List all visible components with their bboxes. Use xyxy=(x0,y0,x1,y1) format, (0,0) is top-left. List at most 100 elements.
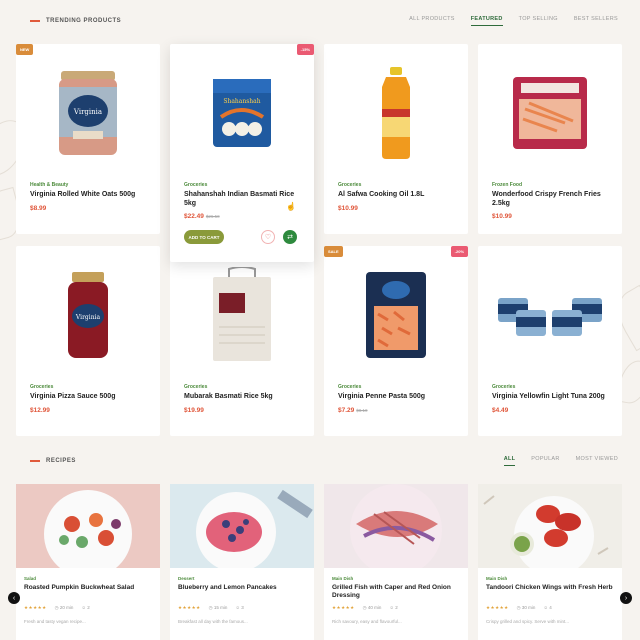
product-name[interactable]: Mubarak Basmati Rice 5kg xyxy=(184,393,304,402)
recipe-meta: ★★★★★ ◷ 15 min ☺ 3 xyxy=(178,605,306,611)
product-image-basmati-rice[interactable]: Shahanshah xyxy=(170,58,314,168)
tab-most-viewed[interactable]: MOST VIEWED xyxy=(576,456,618,466)
servings: ☺ 4 xyxy=(543,605,552,610)
carousel-next-button[interactable]: › xyxy=(620,592,632,604)
recipe-meta: ★★★★★ ◷ 30 min ☺ 4 xyxy=(486,605,614,611)
recipe-category: Salad xyxy=(24,576,37,581)
new-badge: NEW xyxy=(16,44,34,55)
recipe-card[interactable]: Salad Roasted Pumpkin Buckwheat Salad ★★… xyxy=(16,484,160,640)
tab-all-products[interactable]: ALL PRODUCTS xyxy=(409,16,455,26)
product-name[interactable]: Virginia Rolled White Oats 500g xyxy=(30,191,150,200)
product-name[interactable]: Virginia Yellowfin Light Tuna 200g xyxy=(492,393,612,402)
products-section-title: TRENDING PRODUCTS xyxy=(30,18,121,24)
tab-featured[interactable]: FEATURED xyxy=(470,16,503,26)
product-price: $10.99 xyxy=(492,213,512,220)
tab-top-selling[interactable]: TOP SELLING xyxy=(519,16,558,26)
discount-badge: -15% xyxy=(296,44,314,55)
recipe-image-grilled-fish[interactable] xyxy=(324,484,468,568)
clock-icon: ◷ 20 min xyxy=(54,605,74,610)
product-image-french-fries[interactable] xyxy=(478,58,622,168)
recipe-title[interactable]: Tandoori Chicken Wings with Fresh Herb xyxy=(486,584,614,600)
product-category: Groceries xyxy=(184,182,208,188)
title-dash xyxy=(30,460,40,462)
product-price: $7.29 $8.10 xyxy=(338,406,368,414)
product-price: $8.99 xyxy=(30,204,47,212)
star-rating: ★★★★★ xyxy=(178,605,201,610)
product-image-cooking-oil[interactable] xyxy=(324,58,468,168)
tab-popular[interactable]: POPULAR xyxy=(531,456,559,466)
recipe-meta: ★★★★★ ◷ 20 min ☺ 2 xyxy=(24,605,152,611)
recipe-title[interactable]: Roasted Pumpkin Buckwheat Salad xyxy=(24,584,152,600)
recipe-card[interactable]: Main Dish Tandoori Chicken Wings with Fr… xyxy=(478,484,622,640)
product-card[interactable]: Groceries Mubarak Basmati Rice 5kg $19.9… xyxy=(170,246,314,436)
recipe-description: Crispy grilled and spicy. Serve with min… xyxy=(486,619,569,624)
servings: ☺ 2 xyxy=(389,605,398,610)
recipes-header: RECIPES ALL POPULAR MOST VIEWED xyxy=(30,456,618,466)
product-card[interactable]: Virginia Groceries Virginia Pizza Sauce … xyxy=(16,246,160,436)
heart-icon[interactable]: ♡ xyxy=(261,230,275,244)
recipe-card[interactable]: Dessert Blueberry and Lemon Pancakes ★★★… xyxy=(170,484,314,640)
star-rating: ★★★★★ xyxy=(24,605,47,610)
servings: ☺ 2 xyxy=(81,605,90,610)
product-card[interactable]: Groceries Virginia Yellowfin Light Tuna … xyxy=(478,246,622,436)
product-card[interactable]: NEW Virginia Health & Beauty Virginia Ro… xyxy=(16,44,160,234)
svg-text:Virginia: Virginia xyxy=(73,108,102,116)
star-rating: ★★★★★ xyxy=(332,605,355,610)
recipe-tabs: ALL POPULAR MOST VIEWED xyxy=(503,456,618,466)
product-image-pizza-sauce[interactable]: Virginia xyxy=(16,260,160,370)
product-name[interactable]: Virginia Pizza Sauce 500g xyxy=(30,393,150,402)
product-image-tuna-cans[interactable] xyxy=(478,260,622,370)
recipes-title-text: RECIPES xyxy=(46,458,76,464)
product-category: Groceries xyxy=(184,384,208,390)
recipe-image-chicken-wings[interactable] xyxy=(478,484,622,568)
products-header: TRENDING PRODUCTS ALL PRODUCTS FEATURED … xyxy=(30,16,618,26)
star-rating: ★★★★★ xyxy=(486,605,509,610)
product-name[interactable]: Virginia Penne Pasta 500g xyxy=(338,393,458,402)
product-price: $10.99 xyxy=(338,204,358,212)
tab-best-sellers[interactable]: BEST SELLERS xyxy=(574,16,618,26)
recipe-grid: Salad Roasted Pumpkin Buckwheat Salad ★★… xyxy=(16,484,624,640)
product-image-penne-pasta[interactable] xyxy=(324,260,468,370)
product-grid-row-1: NEW Virginia Health & Beauty Virginia Ro… xyxy=(16,44,624,262)
product-category: Health & Beauty xyxy=(30,182,69,188)
product-card[interactable]: Groceries Al Safwa Cooking Oil 1.8L $10.… xyxy=(324,44,468,234)
tab-all[interactable]: ALL xyxy=(503,456,516,466)
recipe-category: Dessert xyxy=(178,576,195,581)
recipes-section-title: RECIPES xyxy=(30,458,76,464)
product-image-oats[interactable]: Virginia xyxy=(16,58,160,168)
product-card[interactable]: SALE -20% Groceries Virginia Penne Pasta… xyxy=(324,246,468,436)
product-price: $12.99 xyxy=(30,406,50,414)
clock-icon: ◷ 40 min xyxy=(362,605,382,610)
compare-icon[interactable]: ⇄ xyxy=(283,230,297,244)
svg-text:Shahanshah: Shahanshah xyxy=(223,98,260,105)
product-grid-row-2: Virginia Groceries Virginia Pizza Sauce … xyxy=(16,246,624,436)
product-price: $22.49 $26.50 xyxy=(184,213,220,220)
recipe-image-pancakes[interactable] xyxy=(170,484,314,568)
discount-badge: -20% xyxy=(450,246,468,257)
carousel-prev-button[interactable]: ‹ xyxy=(8,592,20,604)
product-card[interactable]: Frozen Food Wonderfood Crispy French Fri… xyxy=(478,44,622,234)
product-category: Groceries xyxy=(338,182,362,188)
product-category: Groceries xyxy=(338,384,362,390)
recipe-card[interactable]: Main Dish Grilled Fish with Caper and Re… xyxy=(324,484,468,640)
product-price: $4.49 xyxy=(492,406,509,414)
recipe-title[interactable]: Blueberry and Lemon Pancakes xyxy=(178,584,306,600)
product-category: Frozen Food xyxy=(492,182,522,188)
recipe-title[interactable]: Grilled Fish with Caper and Red Onion Dr… xyxy=(332,584,460,600)
product-name[interactable]: Al Safwa Cooking Oil 1.8L xyxy=(338,191,458,200)
product-card-hovered[interactable]: -15% Shahanshah ☝ Groceries Shahanshah I… xyxy=(170,44,314,262)
svg-text:Virginia: Virginia xyxy=(75,314,101,321)
recipe-category: Main Dish xyxy=(486,576,508,581)
title-dash xyxy=(30,20,40,22)
product-price: $19.99 xyxy=(184,406,204,414)
recipe-image-salad[interactable] xyxy=(16,484,160,568)
recipe-description: Rich savoury, easy and flavourful... xyxy=(332,619,402,624)
clock-icon: ◷ 30 min xyxy=(516,605,536,610)
product-image-mubarak-rice[interactable] xyxy=(170,260,314,370)
servings: ☺ 3 xyxy=(235,605,244,610)
recipe-category: Main Dish xyxy=(332,576,354,581)
product-name[interactable]: Wonderfood Crispy French Fries 2.5kg xyxy=(492,191,612,208)
add-to-cart-button[interactable]: ADD TO CART xyxy=(184,230,224,244)
product-name[interactable]: Shahanshah Indian Basmati Rice 5kg xyxy=(184,191,304,208)
recipe-description: Fresh and tasty vegan recipe... xyxy=(24,619,86,624)
